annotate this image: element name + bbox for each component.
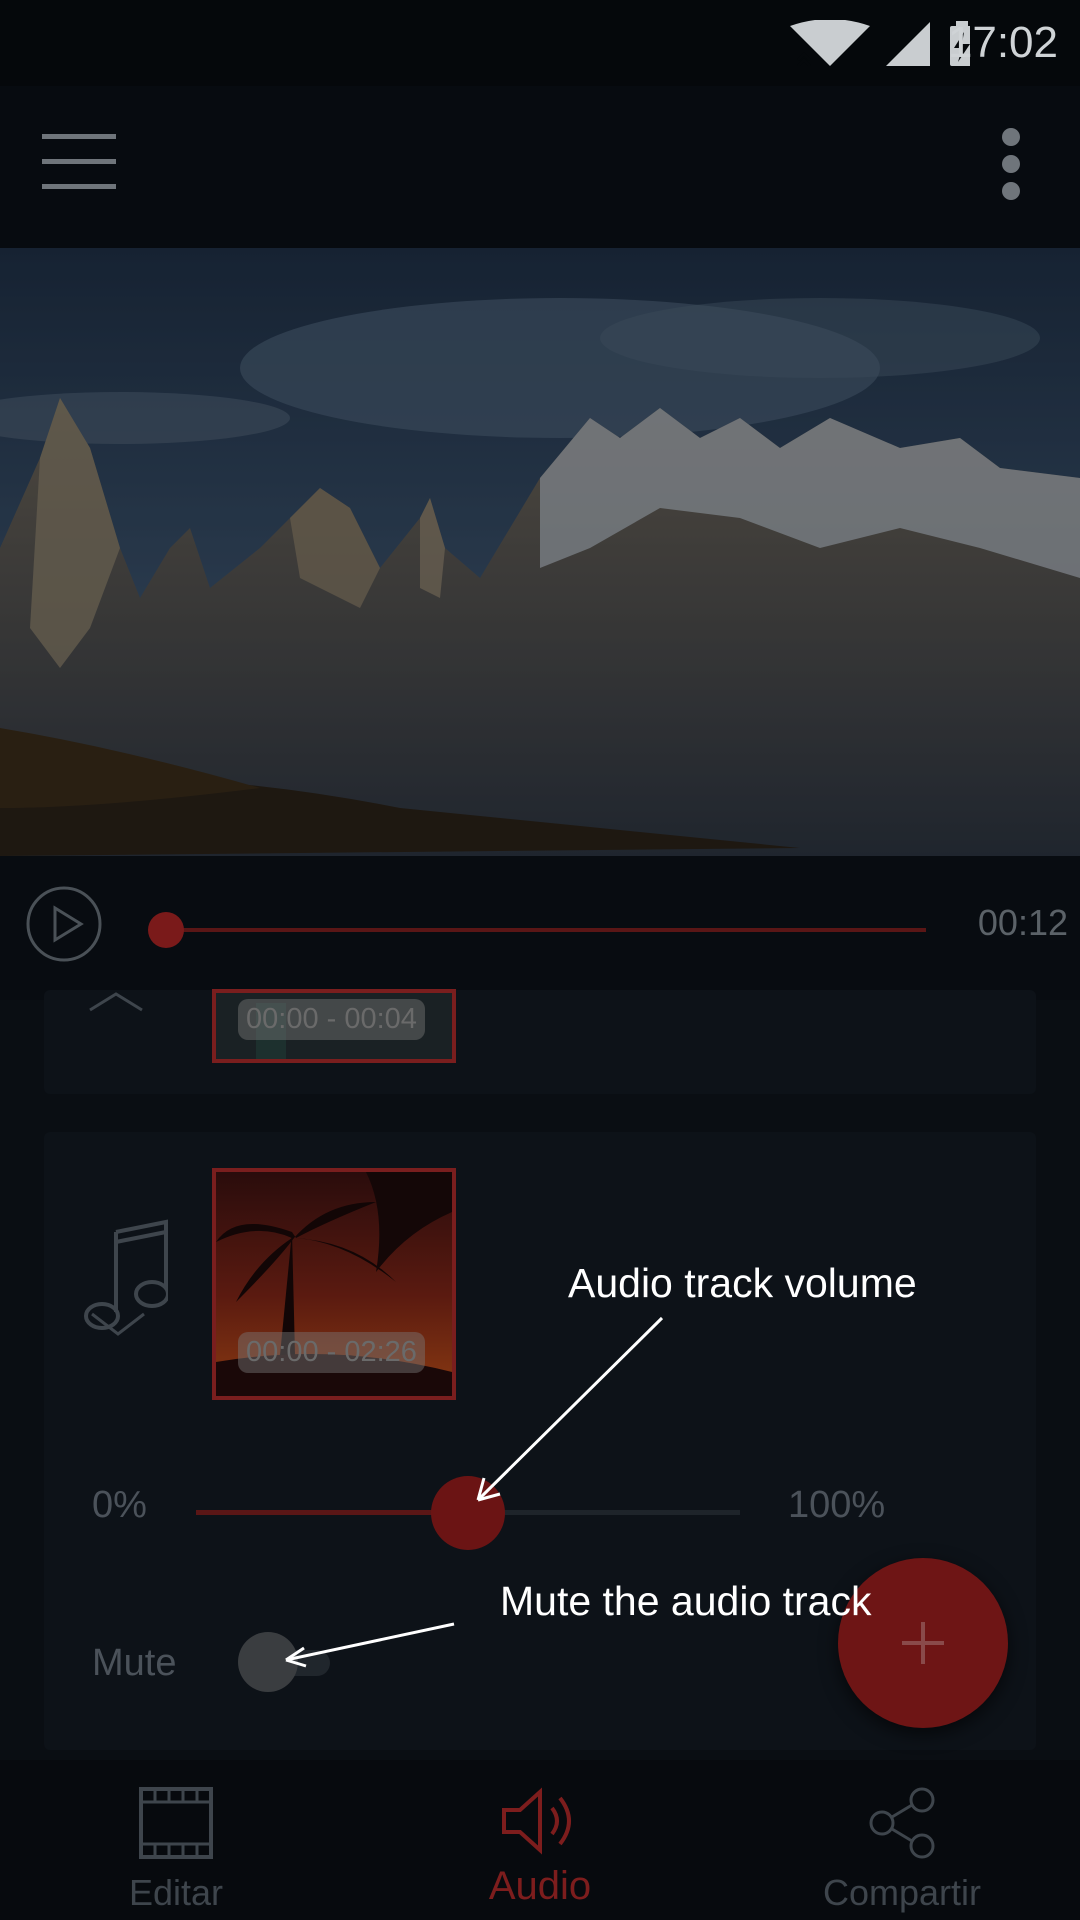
nav-tab-editar[interactable]: Editar (46, 1760, 306, 1920)
wifi-icon (790, 20, 870, 66)
more-vert-icon (1002, 128, 1020, 200)
speaker-icon (502, 1787, 571, 1855)
volume-min-label: 0% (92, 1484, 147, 1526)
nav-tab-compartir[interactable]: Compartir (772, 1760, 1032, 1920)
volume-fill (196, 1510, 468, 1515)
nav-label-editar: Editar (128, 1872, 224, 1913)
bottom-navigation: Editar Audio Compartir (0, 1760, 1080, 1920)
menu-button[interactable] (42, 134, 116, 190)
clip-time-range: 00:00 - 00:04 (238, 999, 425, 1040)
annotation-mute-arrow (285, 1622, 455, 1668)
status-icons (790, 20, 970, 66)
hamburger-menu-icon (42, 134, 116, 189)
annotation-volume: Audio track volume (568, 1260, 917, 1306)
clip-time-range: 00:00 - 02:26 (238, 1332, 425, 1373)
nav-label-compartir: Compartir (822, 1872, 982, 1913)
app-bar (0, 86, 1080, 248)
seek-thumb[interactable] (148, 912, 184, 948)
current-time: 00:12 (977, 902, 1068, 943)
seek-track (166, 928, 926, 932)
video-track-card: 00:00 - 00:04 (44, 989, 1036, 1094)
plus-icon (902, 1622, 944, 1664)
nav-tab-audio[interactable]: Audio (410, 1760, 670, 1920)
volume-max-label: 100% (788, 1484, 886, 1526)
overflow-menu-button[interactable] (990, 126, 1036, 202)
mountain-landscape-image (0, 248, 1080, 856)
play-icon (26, 886, 102, 962)
mute-label: Mute (92, 1642, 177, 1684)
share-icon (869, 1787, 935, 1859)
status-bar: 17:02 (0, 0, 1080, 86)
video-preview[interactable] (0, 248, 1080, 856)
chevron-down-icon[interactable] (88, 1310, 148, 1340)
annotation-mute: Mute the audio track (500, 1578, 872, 1624)
status-time: 17:02 (947, 18, 1058, 67)
player-controls: 00:12 (0, 856, 1080, 1000)
annotation-volume-arrow (476, 1316, 664, 1502)
seek-bar[interactable] (148, 912, 928, 948)
nav-label-audio: Audio (488, 1864, 592, 1908)
audio-clip-thumbnail[interactable]: 00:00 - 02:26 (212, 1168, 456, 1400)
chevron-up-icon[interactable] (86, 992, 146, 1012)
film-icon (139, 1787, 213, 1859)
play-button[interactable] (24, 884, 104, 964)
signal-icon (886, 22, 930, 66)
video-clip-thumbnail[interactable]: 00:00 - 00:04 (212, 989, 456, 1063)
